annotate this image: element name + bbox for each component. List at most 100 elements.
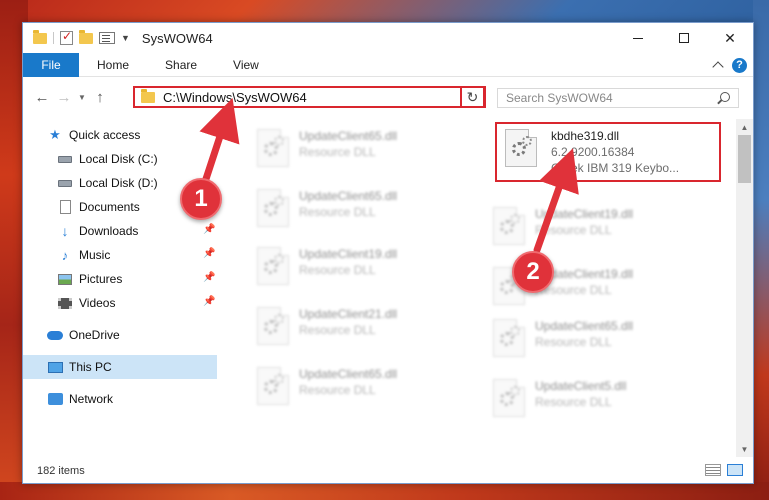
file-explorer-window: ▼ SysWOW64 ✕ File Home Share View ? ← → … [22,22,754,484]
dll-file-icon [257,307,289,345]
pin-icon[interactable]: 📌 [203,225,215,235]
sidebar-item-pictures[interactable]: Pictures 📌 [23,267,217,291]
file-type: Resource DLL [299,205,376,219]
file-tile[interactable]: UpdateClient65.dll Resource DLL [485,315,715,369]
pin-icon[interactable]: 📌 [203,249,215,259]
search-placeholder: Search SysWOW64 [506,91,613,105]
file-tile[interactable]: UpdateClient19.dll Resource DLL [249,243,479,297]
recent-locations-chevron-icon[interactable]: ▼ [75,93,89,102]
sidebar-item-local-disk-c[interactable]: Local Disk (C:) [23,147,217,171]
file-tile[interactable]: UpdateClient65.dll Resource DLL [249,125,479,179]
dll-file-icon [493,319,525,357]
scroll-down-icon[interactable]: ▼ [736,441,753,457]
file-name: UpdateClient21.dll [299,307,398,321]
file-type: Resource DLL [299,383,376,397]
sidebar-item-label: Music [79,248,111,262]
minimize-button[interactable] [615,23,661,53]
sidebar-item-label: Network [69,392,114,406]
file-tile[interactable]: UpdateClient65.dll Resource DLL [249,185,479,239]
address-bar[interactable]: C:\Windows\SysWOW64 [133,86,486,108]
back-arrow-icon[interactable]: ← [31,85,53,109]
help-icon[interactable]: ? [732,57,747,73]
tiles-view-icon[interactable] [727,464,743,476]
ribbon-right: ? [712,53,747,77]
close-icon: ✕ [724,29,736,46]
sidebar-item-downloads[interactable]: ↓ Downloads 📌 [23,219,217,243]
file-list: UpdateClient65.dll Resource DLL UpdateCl… [219,119,735,457]
scrollbar-thumb[interactable] [738,135,751,183]
file-tile[interactable]: UpdateClient5.dll Resource DLL [485,375,715,429]
chevron-down-icon[interactable]: ▼ [121,33,130,43]
desktop-wallpaper-bottom [0,482,769,500]
quick-access-toolbar: ▼ [23,29,130,45]
customize-view-icon[interactable] [99,32,115,44]
file-tile[interactable]: UpdateClient19.dll Resource DLL [485,203,715,257]
properties-check-icon[interactable] [60,29,73,45]
scroll-up-icon[interactable]: ▲ [736,119,753,135]
videos-icon [57,296,73,310]
dll-file-icon [493,379,525,417]
sidebar-item-label: Pictures [79,272,123,286]
address-path[interactable]: C:\Windows\SysWOW64 [163,90,466,105]
close-button[interactable]: ✕ [707,23,753,53]
tab-file[interactable]: File [23,52,79,77]
details-view-icon[interactable] [705,464,721,476]
vertical-scrollbar[interactable]: ▲ ▼ [736,119,753,457]
window-controls: ✕ [615,23,753,53]
sidebar-item-videos[interactable]: Videos 📌 [23,291,217,315]
pin-icon[interactable]: 📌 [203,297,215,307]
star-icon: ★ [49,127,61,142]
cloud-icon [47,328,63,342]
file-name: UpdateClient65.dll [299,367,398,381]
new-folder-icon[interactable] [79,29,93,44]
pin-icon[interactable]: 📌 [203,273,215,283]
navigation-bar: ← → ▼ ↑ C:\Windows\SysWOW64 ↻ Search Sys… [23,79,753,115]
file-type: Resource DLL [299,263,376,277]
music-icon: ♪ [61,247,69,263]
desktop-wallpaper-right [753,0,769,500]
sidebar-item-label: Local Disk (C:) [79,152,158,166]
file-tile-kbdhe319[interactable]: kbdhe319.dll 6.2.9200.16384 Greek IBM 31… [495,125,725,179]
drive-icon [57,152,73,166]
tab-share[interactable]: Share [147,53,215,77]
file-name: UpdateClient19.dll [299,247,398,261]
up-arrow-icon[interactable]: ↑ [89,85,111,109]
download-icon: ↓ [61,223,69,239]
forward-arrow-icon[interactable]: → [53,85,75,109]
file-tile[interactable]: UpdateClient65.dll Resource DLL [249,363,479,417]
toolbar-separator [53,32,54,44]
tab-home[interactable]: Home [79,53,147,77]
refresh-button[interactable]: ↻ [460,86,485,108]
dll-file-icon [505,129,537,167]
navigation-pane: ★ Quick access Local Disk (C:) Local Dis… [23,119,219,457]
sidebar-item-label: OneDrive [69,328,120,342]
ribbon-tabs: File Home Share View ? [23,52,753,77]
dll-file-icon [257,367,289,405]
folder-icon [141,88,155,103]
file-type: Resource DLL [535,335,612,349]
sidebar-item-quick-access[interactable]: ★ Quick access [23,123,217,147]
dll-file-icon [257,189,289,227]
file-version: 6.2.9200.16384 [551,145,635,159]
minimize-icon [633,37,643,39]
sidebar-item-label: Downloads [79,224,139,238]
nav-buttons: ← → ▼ ↑ [23,85,111,109]
expand-ribbon-icon[interactable] [712,61,724,73]
sidebar-item-onedrive[interactable]: OneDrive [23,323,217,347]
sidebar-item-network[interactable]: Network [23,387,217,411]
search-icon[interactable] [720,92,730,102]
status-bar: 182 items [23,457,753,483]
file-type: Resource DLL [535,395,612,409]
item-count: 182 items [37,465,85,477]
callout-badge-2: 2 [512,251,554,293]
file-tile[interactable]: UpdateClient21.dll Resource DLL [249,303,479,357]
sidebar-item-label: This PC [69,360,112,374]
sidebar-item-this-pc[interactable]: This PC [23,355,217,379]
maximize-button[interactable] [661,23,707,53]
search-input[interactable]: Search SysWOW64 [497,88,739,108]
pictures-icon [57,272,73,286]
sidebar-item-music[interactable]: ♪ Music 📌 [23,243,217,267]
tab-view[interactable]: View [215,53,277,77]
file-type: Resource DLL [535,223,612,237]
computer-icon [47,360,63,374]
